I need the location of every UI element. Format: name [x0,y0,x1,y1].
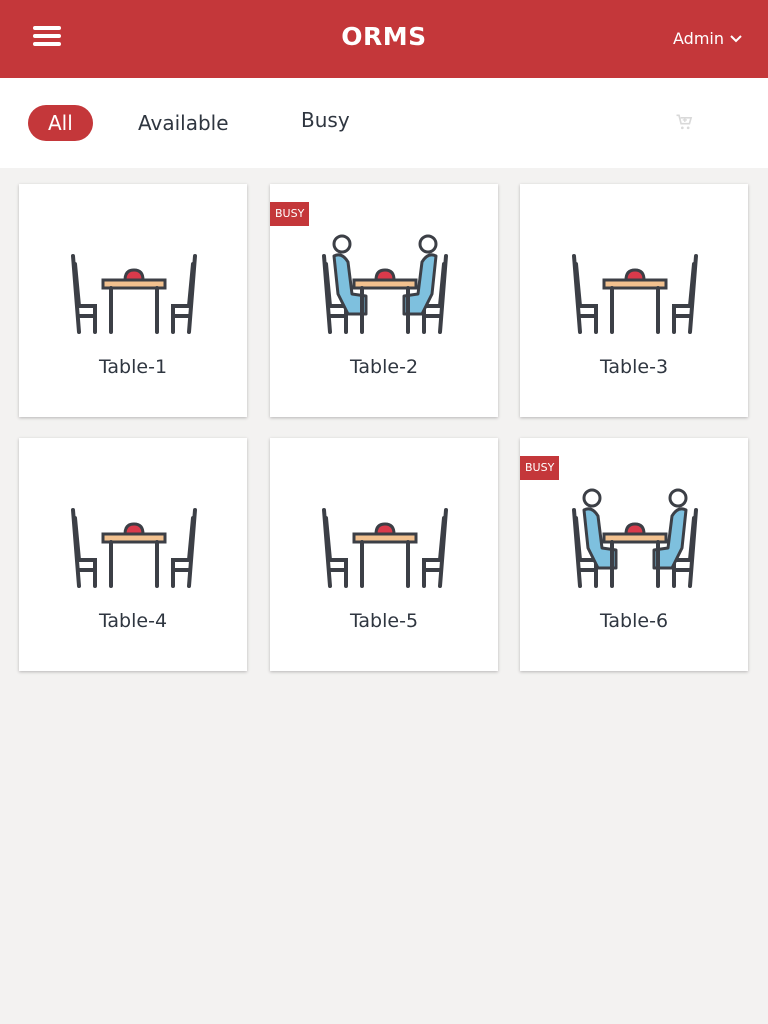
app-title: ORMS [341,22,427,51]
table-label: Table-6 [599,610,669,632]
empty-table-icon [322,508,448,588]
table-label: Table-5 [349,610,419,632]
occupied-table-icon [572,488,698,588]
table-label: Table-4 [98,610,168,632]
busy-badge: BUSY [270,202,310,226]
tab-busy[interactable]: Busy [281,102,370,138]
table-card-1[interactable]: Table-1 [19,184,247,417]
table-card-6[interactable]: BUSY Table-6 [520,438,748,671]
cart-icon[interactable] [674,112,694,132]
table-card-5[interactable]: Table-5 [270,438,498,671]
tab-all[interactable]: All [28,105,93,141]
tab-available[interactable]: Available [118,105,249,141]
occupied-table-icon [322,234,448,334]
empty-table-icon [71,254,197,334]
empty-table-icon [572,254,698,334]
busy-badge: BUSY [520,456,560,480]
admin-menu[interactable]: Admin [673,29,742,48]
table-label: Table-2 [349,356,419,378]
top-bar: ORMS Admin [0,0,768,78]
filter-bar: All Available Busy [0,78,768,168]
table-card-4[interactable]: Table-4 [19,438,247,671]
empty-table-icon [71,508,197,588]
table-label: Table-1 [98,356,168,378]
chevron-down-icon [730,34,742,42]
table-label: Table-3 [599,356,669,378]
admin-label: Admin [673,29,724,48]
table-card-2[interactable]: BUSY Table-2 [270,184,498,417]
table-card-3[interactable]: Table-3 [520,184,748,417]
